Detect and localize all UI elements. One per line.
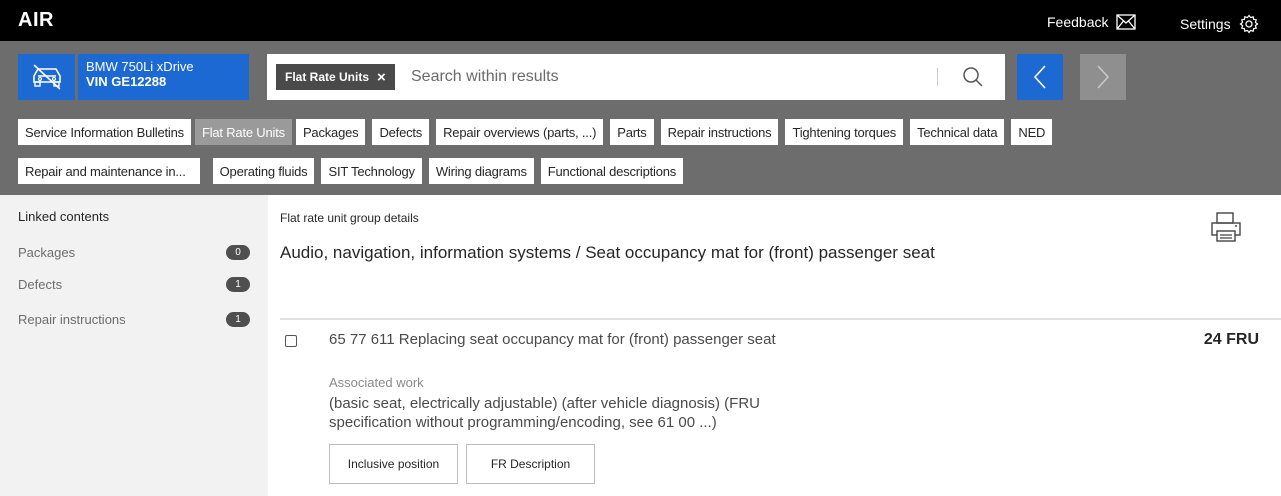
associated-work-label: Associated work [329, 375, 424, 390]
tab-sit-technology[interactable]: SIT Technology [321, 158, 422, 184]
sidebar-title: Linked contents [18, 209, 110, 224]
settings-label: Settings [1180, 16, 1231, 32]
fr-description-button[interactable]: FR Description [466, 444, 595, 484]
tab-tightening-torques[interactable]: Tightening torques [785, 119, 904, 145]
tabs-row-1: Service Information Bulletins Flat Rate … [18, 119, 1053, 145]
app-logo: AIR [18, 9, 54, 31]
tab-operating-fluids[interactable]: Operating fluids [212, 158, 315, 184]
mail-icon [1116, 14, 1137, 30]
tab-service-information-bulletins[interactable]: Service Information Bulletins [18, 119, 191, 145]
fru-value: 24 FRU [1203, 331, 1259, 348]
fru-item-title: 65 77 611 Replacing seat occupancy mat f… [329, 331, 776, 348]
previous-button[interactable] [1017, 54, 1063, 100]
tab-defects[interactable]: Defects [372, 119, 430, 145]
tab-repair-and-maintenance[interactable]: Repair and maintenance in... [18, 158, 200, 184]
linked-contents-sidebar: Linked contents Packages 0 Defects 1 Rep… [0, 195, 268, 496]
count-badge: 1 [226, 311, 250, 327]
tab-repair-instructions[interactable]: Repair instructions [660, 119, 779, 145]
car-icon [18, 54, 75, 100]
inclusive-position-button[interactable]: Inclusive position [329, 444, 458, 484]
sidebar-item-label: Defects [18, 276, 63, 292]
vehicle-vin: VIN GE12288 [86, 74, 167, 89]
next-button[interactable] [1080, 54, 1126, 100]
search-button[interactable] [955, 60, 991, 94]
vehicle-info: BMW 750Li xDrive VIN GE12288 [78, 54, 249, 100]
top-bar: AIR Feedback Settings [0, 0, 1281, 41]
vehicle-model: BMW 750Li xDrive [86, 59, 194, 74]
chevron-right-icon [1097, 65, 1110, 89]
tab-parts[interactable]: Parts [610, 119, 654, 145]
filter-chip[interactable]: Flat Rate Units × [276, 64, 395, 90]
feedback-label: Feedback [1047, 14, 1109, 30]
search-icon [963, 67, 983, 87]
gear-icon [1239, 14, 1259, 34]
count-badge: 1 [226, 276, 250, 292]
sidebar-item-repair-instructions[interactable]: Repair instructions 1 [18, 309, 250, 329]
print-icon[interactable] [1210, 211, 1242, 243]
divider [280, 318, 1281, 320]
group-details-label: Flat rate unit group details [280, 211, 419, 225]
row-checkbox[interactable] [285, 335, 297, 347]
feedback-link[interactable]: Feedback [1047, 14, 1137, 30]
count-badge: 0 [226, 244, 250, 260]
group-title: Audio, navigation, information systems /… [280, 243, 935, 262]
sidebar-item-packages[interactable]: Packages 0 [18, 242, 250, 262]
tab-functional-descriptions[interactable]: Functional descriptions [540, 158, 684, 184]
search-input[interactable] [411, 64, 931, 90]
chevron-left-icon [1033, 65, 1046, 89]
header-panel: BMW 750Li xDrive VIN GE12288 Flat Rate U… [0, 41, 1281, 195]
tab-technical-data[interactable]: Technical data [910, 119, 1005, 145]
tab-ned[interactable]: NED [1011, 119, 1053, 145]
vehicle-selector[interactable]: BMW 750Li xDrive VIN GE12288 [18, 54, 249, 100]
text-cursor [937, 68, 938, 86]
tabs-row-2: Repair and maintenance in... Operating f… [18, 158, 684, 184]
settings-link[interactable]: Settings [1180, 14, 1259, 34]
tab-packages[interactable]: Packages [295, 119, 366, 145]
sidebar-item-label: Repair instructions [18, 311, 126, 327]
filter-chip-label: Flat Rate Units [285, 70, 370, 84]
sidebar-item-label: Packages [18, 244, 76, 260]
search-box: Flat Rate Units × [267, 54, 1005, 100]
close-icon[interactable]: × [377, 69, 386, 86]
tab-flat-rate-units[interactable]: Flat Rate Units [194, 119, 292, 145]
sidebar-item-defects[interactable]: Defects 1 [18, 274, 250, 294]
tab-wiring-diagrams[interactable]: Wiring diagrams [428, 158, 534, 184]
tab-repair-overviews[interactable]: Repair overviews (parts, ...) [436, 119, 604, 145]
main-content: Flat rate unit group details Audio, navi… [268, 195, 1281, 496]
associated-work-text: (basic seat, electrically adjustable) (a… [329, 395, 761, 431]
